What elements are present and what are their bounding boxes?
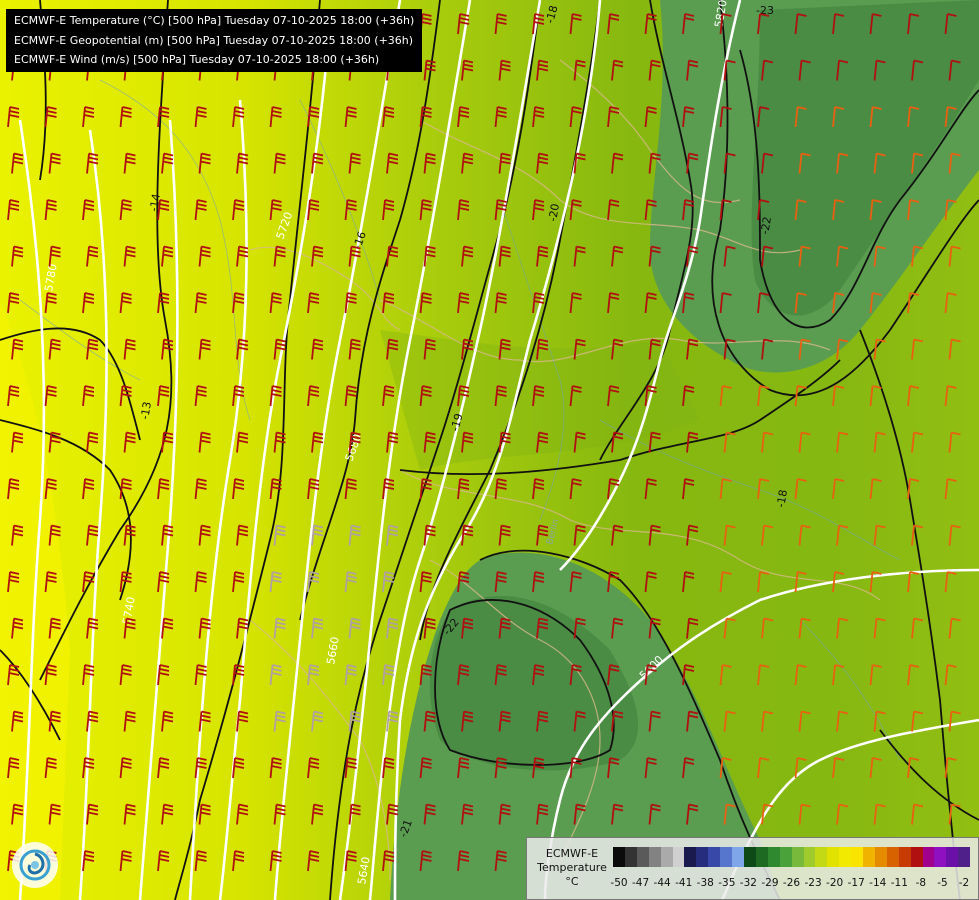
legend-swatch — [922, 847, 935, 867]
legend-swatch — [803, 847, 816, 867]
legend-tick: -17 — [847, 877, 865, 889]
legend-swatch — [886, 847, 899, 867]
legend-tick: -38 — [696, 877, 714, 889]
legend-swatch — [743, 847, 756, 867]
legend-swatch — [839, 847, 852, 867]
legend-swatch — [732, 847, 744, 867]
legend-title-line2: Temperature — [537, 861, 607, 874]
legend-swatch — [934, 847, 947, 867]
legend-tick: -44 — [653, 877, 671, 889]
legend-swatch — [708, 847, 721, 867]
legend-tick: -32 — [739, 877, 757, 889]
legend-swatch — [672, 847, 685, 867]
weather-map: 5820 5780 5720 5680 5740 5660 5600 5640 … — [0, 0, 979, 900]
legend-swatch — [863, 847, 875, 867]
legend-title-line1: ECMWF-E — [545, 847, 599, 860]
legend-swatch — [779, 847, 792, 867]
header-line-temperature: ECMWF-E Temperature (°C) [500 hPa] Tuesd… — [14, 14, 415, 27]
legend-swatch — [815, 847, 828, 867]
map-header: ECMWF-E Temperature (°C) [500 hPa] Tuesd… — [6, 9, 423, 72]
legend-swatch — [946, 847, 959, 867]
legend-tick: -20 — [826, 877, 844, 889]
legend-swatch — [958, 847, 971, 867]
legend-title: ECMWF-E Temperature °C — [531, 847, 613, 889]
legend-tick: -8 — [915, 877, 927, 889]
legend-swatch — [696, 847, 709, 867]
legend-tick: -47 — [631, 877, 650, 889]
legend-swatch — [910, 847, 923, 867]
legend-swatch — [874, 847, 887, 867]
legend-tick: -26 — [782, 877, 801, 889]
legend-swatch — [624, 847, 637, 867]
legend-unit: °C — [565, 875, 579, 888]
legend-tick: -35 — [718, 877, 736, 889]
legend-swatch — [767, 847, 780, 867]
legend-tick: -2 — [958, 877, 970, 889]
legend-ticks: -50 -47 -44 -41 -38 -35 -32 -29 -26 -23 -20 -17 -14-… — [610, 877, 970, 891]
legend-swatch — [755, 847, 768, 867]
header-line-wind: ECMWF-E Wind (m/s) [500 hPa] Tuesday 07-… — [14, 53, 380, 66]
legend-tick: -29 — [761, 877, 779, 889]
legend-tick: -14 — [869, 877, 887, 889]
ecmwf-swirl-icon — [12, 842, 58, 888]
legend-color-bar — [613, 847, 971, 867]
legend-swatch — [636, 847, 649, 867]
legend-swatch — [898, 847, 911, 867]
legend-swatch — [791, 847, 804, 867]
legend-tick: -11 — [890, 877, 908, 889]
legend-tick: -41 — [675, 877, 693, 889]
legend-tick: -50 — [610, 877, 628, 889]
legend-swatch — [851, 847, 864, 867]
legend-swatch — [660, 847, 673, 867]
legend-tick: -5 — [937, 877, 948, 889]
legend-swatch — [827, 847, 840, 867]
temperature-legend: ECMWF-E Temperature °C -50 -47 -44 -41 -38 -3… — [526, 837, 979, 900]
legend-swatch — [613, 847, 625, 867]
legend-swatch — [648, 847, 661, 867]
header-line-geopotential: ECMWF-E Geopotential (m) [500 hPa] Tuesd… — [14, 33, 414, 47]
legend-swatch — [684, 847, 697, 867]
legend-tick: -23 — [804, 877, 822, 889]
legend-swatch — [720, 847, 733, 867]
